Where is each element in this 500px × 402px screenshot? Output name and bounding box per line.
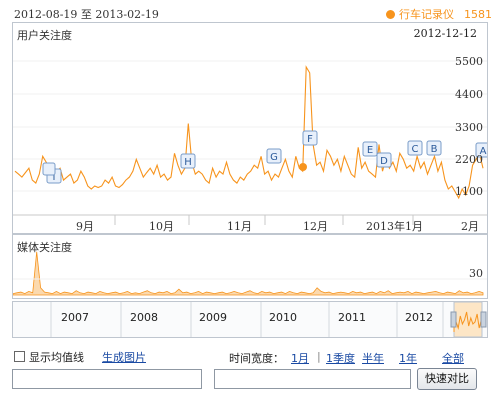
- legend: 行车记录仪 1581: [386, 6, 492, 22]
- event-label: B: [431, 144, 438, 155]
- event-label: G: [270, 152, 278, 163]
- event-marker-c[interactable]: C: [407, 140, 423, 156]
- event-marker-e[interactable]: E: [362, 141, 378, 157]
- event-marker-b[interactable]: B: [426, 140, 442, 156]
- show-average-checkbox[interactable]: [14, 351, 25, 362]
- show-average-label: 显示均值线: [29, 351, 84, 364]
- event-label: D: [380, 156, 388, 167]
- event-label: F: [307, 134, 313, 145]
- event-label: E: [367, 145, 373, 156]
- timeline-handle-left[interactable]: [450, 311, 457, 328]
- y-tick-5500: 5500: [455, 55, 483, 68]
- x-tick-sep: 9月: [76, 220, 94, 233]
- period-all[interactable]: 全部: [442, 350, 464, 366]
- x-tick-nov: 11月: [227, 220, 252, 233]
- event-label: C: [412, 144, 419, 155]
- current-point-marker: [299, 163, 307, 171]
- compare-button[interactable]: 快速对比: [417, 368, 477, 390]
- period-half-year[interactable]: 半年: [362, 350, 384, 366]
- user-attention-chart[interactable]: 用户关注度 2012-12-12 IHGFEDCBA 5500 4400 330…: [12, 22, 488, 234]
- y-tick-1100: 1100: [455, 185, 483, 198]
- legend-dot-icon: [386, 9, 395, 19]
- timeline-handle-right[interactable]: [480, 311, 487, 328]
- media-attention-chart[interactable]: 媒体关注度 30: [12, 234, 488, 299]
- media-y-tick-30: 30: [469, 267, 483, 280]
- period-1-year[interactable]: 1年: [399, 350, 417, 366]
- event-marker-d[interactable]: D: [376, 152, 392, 168]
- index-trend-widget: 2012-08-19 至 2013-02-19 行车记录仪 1581 用户关注度…: [0, 0, 500, 402]
- y-tick-3300: 3300: [455, 121, 483, 134]
- show-average-option[interactable]: 显示均值线: [14, 349, 84, 365]
- legend-keyword: 行车记录仪: [399, 8, 454, 21]
- period-sep: |: [317, 350, 321, 363]
- timeline-year-2008: 2008: [130, 311, 158, 324]
- keyword-input-2[interactable]: [214, 369, 411, 389]
- media-attention-area: [13, 251, 484, 296]
- date-range: 2012-08-19 至 2013-02-19: [14, 8, 159, 21]
- event-marker-g[interactable]: G: [266, 148, 282, 164]
- legend-value: 1581: [464, 7, 492, 21]
- user-attention-line: [14, 65, 484, 200]
- x-tick-jan-2013: 2013年1月: [366, 220, 423, 233]
- period-1-month[interactable]: 1月: [291, 350, 309, 366]
- event-label: H: [184, 157, 192, 168]
- timeline-year-2011: 2011: [338, 311, 366, 324]
- keyword-input-1[interactable]: [12, 369, 202, 389]
- media-attention-plot: [13, 251, 487, 296]
- event-marker-h[interactable]: H: [180, 153, 196, 169]
- timeline-overview[interactable]: 2007 2008 2009 2010 2011 2012: [12, 301, 488, 338]
- timeline-year-2010: 2010: [269, 311, 297, 324]
- x-tick-feb: 2月: [461, 220, 479, 233]
- event-marker-f[interactable]: F: [302, 130, 318, 146]
- y-tick-4400: 4400: [455, 88, 483, 101]
- user-attention-plot: IH GFEDC B A: [13, 60, 487, 225]
- period-1-quarter[interactable]: 1季度: [326, 350, 355, 366]
- y-tick-2200: 2200: [455, 153, 483, 166]
- timeline-year-2007: 2007: [61, 311, 89, 324]
- x-tick-oct: 10月: [149, 220, 174, 233]
- generate-image-link[interactable]: 生成图片: [102, 349, 146, 365]
- timeline-year-2012: 2012: [405, 311, 433, 324]
- time-width-label: 时间宽度：: [229, 352, 284, 365]
- x-tick-dec: 12月: [303, 220, 328, 233]
- event-marker-stack: [42, 162, 56, 176]
- timeline-year-2009: 2009: [199, 311, 227, 324]
